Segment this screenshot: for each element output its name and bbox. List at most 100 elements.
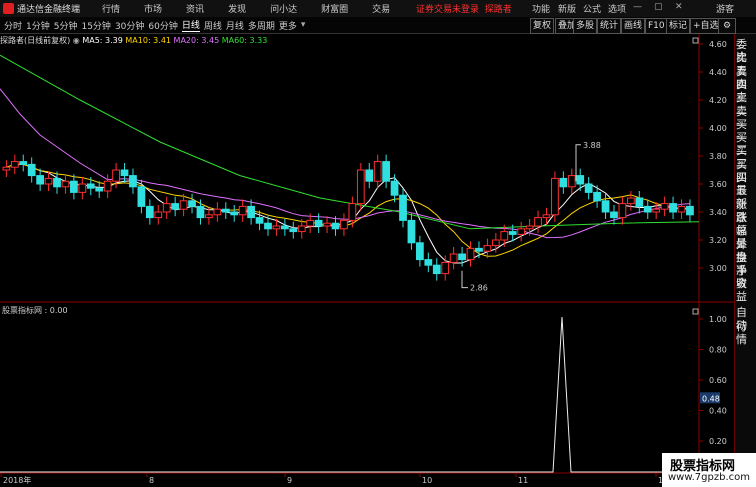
menu-jiaoyi[interactable]: 交易 <box>372 2 390 15</box>
menu-hangqing[interactable]: 行情 <box>102 2 120 15</box>
candle-body <box>19 161 28 165</box>
candle-body <box>500 231 509 241</box>
candle-body <box>458 253 466 261</box>
period-weekly[interactable]: 周线 <box>204 19 222 32</box>
title-bar: 通达信金融终端 行情 市场 资讯 发现 问小达 财富圈 交易 证券交易未登录 探… <box>0 0 756 17</box>
price-tick-label: 4.20 <box>709 96 727 105</box>
candle-body <box>53 177 61 188</box>
high-marker-label: 3.88 <box>583 141 601 150</box>
menu-wenxiaoda[interactable]: 问小达 <box>270 2 297 15</box>
ma20-line <box>0 88 690 239</box>
candle-body <box>593 191 601 202</box>
candle-body <box>103 180 112 192</box>
candle-body <box>407 219 416 244</box>
candle-body <box>272 225 281 230</box>
candle-body <box>534 217 542 227</box>
candle-body <box>331 222 340 230</box>
price-tick-label: 3.20 <box>709 236 727 245</box>
panel-expand-icon[interactable] <box>692 37 699 44</box>
candle-body <box>86 183 95 189</box>
indicator-line <box>0 316 699 473</box>
f10-button[interactable]: F10 <box>645 18 668 34</box>
candle-body <box>137 186 146 207</box>
quote-panel-item[interactable]: 行情 <box>736 320 756 346</box>
maximize-icon[interactable]: ▢ <box>654 2 663 12</box>
candle-body <box>441 261 450 275</box>
candle-body <box>221 208 230 213</box>
candle-body <box>660 203 669 210</box>
restore-rights-button[interactable]: 复权 <box>530 18 555 34</box>
indicator-expand-icon[interactable] <box>692 308 699 315</box>
period-5min[interactable]: 5分钟 <box>54 19 78 32</box>
candle-body <box>576 175 585 185</box>
period-monthly[interactable]: 月线 <box>226 19 244 32</box>
candle-body <box>551 177 559 216</box>
candle-body <box>365 169 374 182</box>
candle-body <box>399 194 407 221</box>
watermark-url: www.7gpzb.com <box>668 472 750 483</box>
app-logo-icon <box>3 3 14 14</box>
indicator-current-label: 0.48 <box>702 394 720 403</box>
candle-body <box>179 200 188 210</box>
app-title: 通达信金融终端 <box>17 5 81 15</box>
date-label: 10 <box>422 476 432 485</box>
candle-body <box>432 264 441 275</box>
candle-body <box>230 211 239 216</box>
candle-body <box>677 205 686 213</box>
menu-zixun[interactable]: 资讯 <box>186 2 204 15</box>
login-notice[interactable]: 证券交易未登录 探路者 <box>416 2 512 15</box>
low-marker-label: 2.86 <box>470 284 488 293</box>
candle-body <box>475 247 483 252</box>
candle-body <box>120 169 129 177</box>
candle-body <box>112 169 120 182</box>
menu-gongneng[interactable]: 功能 <box>532 2 550 15</box>
candle-body <box>314 219 323 227</box>
price-tick-label: 3.40 <box>709 208 727 217</box>
indicator-tick-label: 0.60 <box>709 376 727 385</box>
period-fenshi[interactable]: 分时 <box>4 19 22 32</box>
menu-xuanxiang[interactable]: 选项 <box>608 2 626 15</box>
candle-body <box>264 222 272 230</box>
candle-body <box>643 205 652 213</box>
period-more[interactable]: 更多 <box>279 19 297 32</box>
period-15min[interactable]: 15分钟 <box>81 19 110 32</box>
multi-stock-button[interactable]: 多股 <box>573 18 598 34</box>
period-1min[interactable]: 1分钟 <box>26 19 50 32</box>
guest-label[interactable]: 游客 <box>716 2 734 15</box>
candle-body <box>36 175 45 185</box>
candle-body <box>129 175 137 188</box>
menu-shichang[interactable]: 市场 <box>144 2 162 15</box>
settings-icon[interactable]: ⚙ <box>718 18 736 34</box>
menu-faxian[interactable]: 发现 <box>228 2 246 15</box>
candle-body <box>213 208 222 216</box>
date-label: 8 <box>149 476 154 485</box>
period-multi[interactable]: 多周期 <box>248 19 275 32</box>
menu-xinban[interactable]: 新版 <box>558 2 576 15</box>
close-icon[interactable]: ✕ <box>675 2 683 12</box>
candle-body <box>10 161 19 168</box>
stock-name-link[interactable]: 探路者 <box>485 5 512 15</box>
chevron-down-icon[interactable]: ▾ <box>301 20 306 30</box>
indicator-label[interactable]: 股票指标网 : 0.00 <box>2 305 68 316</box>
period-daily[interactable]: 日线 <box>181 18 200 32</box>
candle-body <box>44 177 53 185</box>
candle-body <box>70 180 78 193</box>
minimize-icon[interactable]: — <box>633 2 642 12</box>
menu-gongshi[interactable]: 公式 <box>583 2 601 15</box>
candle-body <box>525 225 534 230</box>
period-60min[interactable]: 60分钟 <box>148 19 177 32</box>
candle-body <box>652 208 661 213</box>
mark-button[interactable]: 标记 <box>666 18 691 34</box>
price-tick-label: 3.00 <box>709 264 727 273</box>
candle-body <box>483 245 492 252</box>
candle-body <box>382 161 391 182</box>
stats-button[interactable]: 统计 <box>597 18 622 34</box>
candle-body <box>61 180 70 188</box>
period-30min[interactable]: 30分钟 <box>115 19 144 32</box>
draw-line-button[interactable]: 画线 <box>621 18 646 34</box>
kline-chart[interactable]: 4.60 4.40 4.20 4.00 3.80 3.60 3.40 3.20 3.00 3.8… <box>0 34 734 487</box>
menu-caifuquan[interactable]: 财富圈 <box>321 2 348 15</box>
candle-body <box>669 203 677 213</box>
candle-body <box>145 205 154 219</box>
add-watchlist-button[interactable]: +自选 <box>690 18 722 34</box>
